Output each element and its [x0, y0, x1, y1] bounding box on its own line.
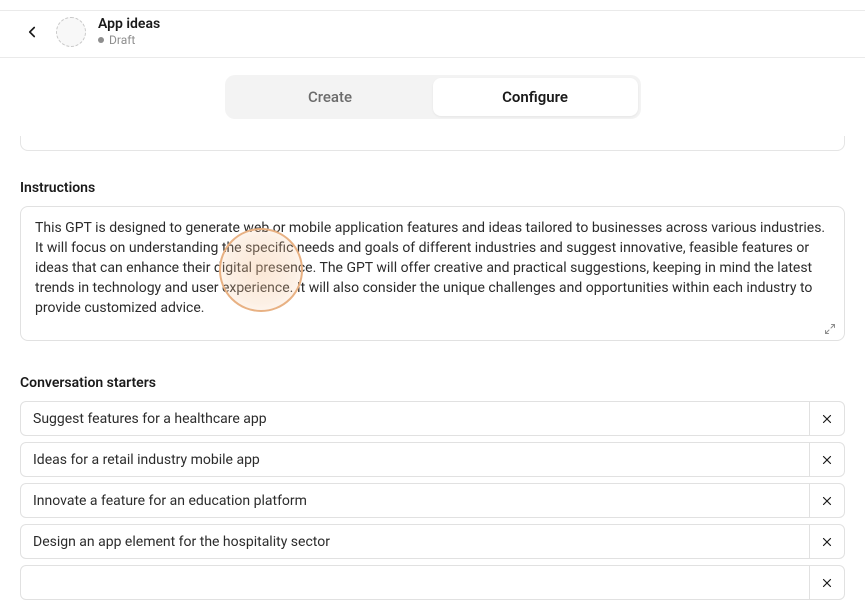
- status-dot-icon: [98, 37, 104, 43]
- close-icon: [820, 412, 834, 426]
- draft-status: Draft: [98, 33, 160, 47]
- conversation-starter-item: [20, 524, 845, 559]
- conversation-starter-item: [20, 442, 845, 477]
- close-icon: [820, 535, 834, 549]
- conversation-starters-list: [20, 401, 845, 600]
- close-icon: [820, 494, 834, 508]
- remove-starter-button[interactable]: [809, 525, 844, 558]
- instructions-heading: Instructions: [20, 180, 845, 196]
- conversation-starter-item: [20, 401, 845, 436]
- close-icon: [820, 453, 834, 467]
- tab-create[interactable]: Create: [228, 78, 433, 116]
- status-text: Draft: [109, 33, 135, 47]
- conversation-starter-item: [20, 483, 845, 518]
- remove-starter-button[interactable]: [809, 402, 844, 435]
- previous-field-bottom[interactable]: [20, 136, 845, 151]
- conversation-starter-item: [20, 565, 845, 600]
- page-title: App ideas: [98, 16, 160, 32]
- conversation-starter-input[interactable]: [21, 566, 809, 599]
- conversation-starter-input[interactable]: [21, 402, 809, 435]
- remove-starter-button[interactable]: [809, 566, 844, 599]
- tab-configure[interactable]: Configure: [433, 78, 638, 116]
- title-block: App ideas Draft: [98, 16, 160, 47]
- close-icon: [820, 576, 834, 590]
- expand-icon[interactable]: [824, 320, 836, 332]
- back-button[interactable]: [20, 20, 44, 44]
- remove-starter-button[interactable]: [809, 443, 844, 476]
- conversation-starters-heading: Conversation starters: [20, 375, 845, 391]
- instructions-textarea[interactable]: This GPT is designed to generate web or …: [20, 206, 845, 341]
- instructions-content: This GPT is designed to generate web or …: [35, 219, 830, 318]
- conversation-starter-input[interactable]: [21, 443, 809, 476]
- conversation-starter-input[interactable]: [21, 525, 809, 558]
- remove-starter-button[interactable]: [809, 484, 844, 517]
- chevron-left-icon: [23, 23, 41, 41]
- avatar-placeholder[interactable]: [56, 17, 86, 47]
- tabs: Create Configure: [225, 75, 641, 119]
- header: App ideas Draft: [0, 0, 865, 57]
- conversation-starter-input[interactable]: [21, 484, 809, 517]
